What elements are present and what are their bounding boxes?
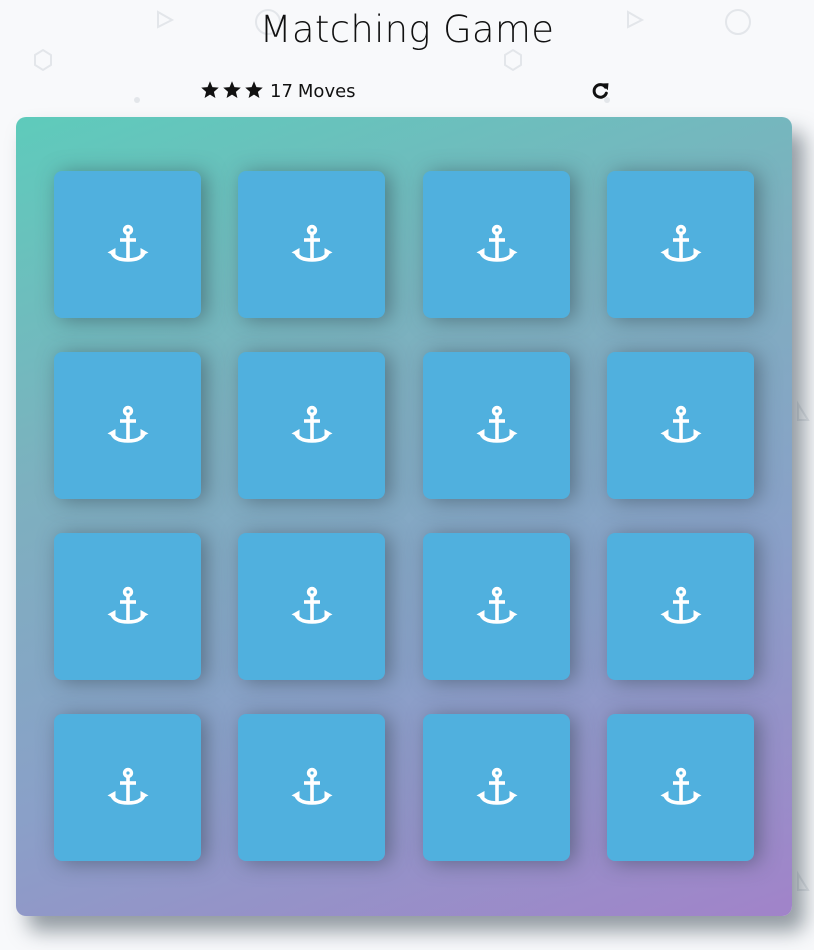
card[interactable] (238, 714, 385, 861)
star-rating (200, 80, 264, 100)
score-panel: 17 Moves (200, 80, 610, 104)
card[interactable] (238, 533, 385, 680)
anchor-icon (107, 224, 148, 262)
anchor-icon (107, 586, 148, 624)
restart-button[interactable] (590, 80, 610, 102)
page-title: Matching Game (259, 8, 555, 51)
card[interactable] (423, 352, 570, 499)
anchor-icon (476, 405, 517, 443)
moves-label: Moves (297, 81, 356, 102)
anchor-icon (476, 586, 517, 624)
card[interactable] (423, 171, 570, 318)
card[interactable] (607, 533, 754, 680)
anchor-icon (291, 586, 332, 624)
moves-counter: 17 Moves (270, 81, 356, 102)
anchor-icon (291, 767, 332, 805)
card[interactable] (54, 171, 201, 318)
card[interactable] (54, 533, 201, 680)
star-icon (245, 81, 263, 98)
anchor-icon (660, 405, 701, 443)
anchor-icon (107, 767, 148, 805)
anchor-icon (291, 224, 332, 262)
anchor-icon (476, 224, 517, 262)
card[interactable] (607, 352, 754, 499)
anchor-icon (107, 405, 148, 443)
moves-count: 17 (270, 81, 293, 102)
card[interactable] (607, 171, 754, 318)
repeat-icon (592, 83, 609, 99)
card-deck (16, 117, 792, 916)
anchor-icon (291, 405, 332, 443)
anchor-icon (660, 586, 701, 624)
star-icon (223, 81, 241, 98)
card[interactable] (423, 533, 570, 680)
card[interactable] (54, 714, 201, 861)
card[interactable] (238, 352, 385, 499)
card[interactable] (54, 352, 201, 499)
card[interactable] (607, 714, 754, 861)
anchor-icon (660, 224, 701, 262)
card[interactable] (423, 714, 570, 861)
anchor-icon (476, 767, 517, 805)
star-icon (201, 81, 219, 98)
anchor-icon (660, 767, 701, 805)
card[interactable] (238, 171, 385, 318)
